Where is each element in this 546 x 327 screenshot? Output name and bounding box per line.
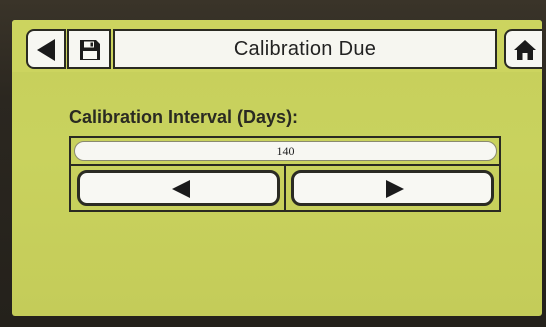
title-bar: Calibration Due — [113, 29, 497, 69]
interval-label: Calibration Interval (Days): — [69, 107, 299, 127]
arrow-right-icon — [386, 180, 404, 198]
decrease-button[interactable] — [77, 170, 280, 206]
save-button[interactable] — [67, 29, 111, 69]
floppy-disk-icon — [80, 40, 100, 60]
back-arrow-icon — [37, 39, 55, 61]
back-button[interactable] — [26, 29, 66, 69]
home-button[interactable] — [504, 29, 542, 69]
arrow-left-icon — [172, 180, 190, 198]
interval-value: 140 — [276, 143, 295, 158]
page-title: Calibration Due — [233, 37, 377, 60]
home-icon — [514, 40, 536, 60]
frame-divider-vertical — [284, 165, 286, 212]
increase-button[interactable] — [291, 170, 494, 206]
interval-value-field[interactable]: 140 — [74, 141, 497, 161]
touch-screen: Calibration Due Calibration Interval (Da… — [12, 20, 542, 316]
header-bar: Calibration Due — [12, 20, 542, 72]
